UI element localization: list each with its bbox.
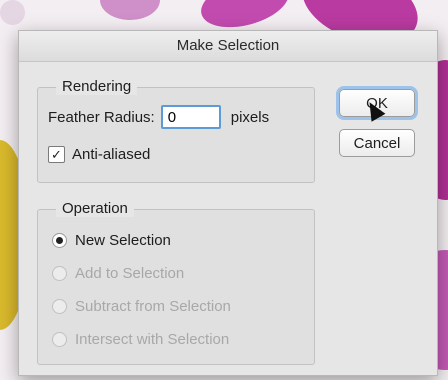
operation-legend: Operation [56,200,134,217]
artwork-shape [100,0,160,20]
rendering-legend: Rendering [56,78,138,95]
radio-button[interactable] [52,266,67,281]
radio-label: New Selection [75,232,171,249]
radio-new-selection[interactable]: New Selection [52,232,171,249]
feather-unit-label: pixels [230,108,270,126]
radio-label: Intersect with Selection [75,331,230,348]
radio-button[interactable] [52,299,67,314]
radio-button[interactable] [52,332,67,347]
radio-add-to-selection[interactable]: Add to Selection [52,265,184,282]
anti-aliased-checkbox[interactable]: ✓ [48,146,65,163]
dialog-title: Make Selection [19,31,437,62]
radio-button[interactable] [52,233,67,248]
feather-radius-row: Feather Radius: pixels [48,105,269,129]
radio-subtract-from-selection[interactable]: Subtract from Selection [52,298,231,315]
artwork-shape [0,0,25,25]
radio-label: Subtract from Selection [75,298,231,315]
feather-radius-input[interactable] [160,105,221,129]
radio-label: Add to Selection [75,265,185,282]
radio-intersect-with-selection[interactable]: Intersect with Selection [52,331,229,348]
cancel-button[interactable]: Cancel [339,129,415,157]
make-selection-dialog: Make Selection Rendering Feather Radius:… [18,30,438,376]
anti-aliased-row[interactable]: ✓ Anti-aliased [48,146,150,163]
rendering-group: Rendering Feather Radius: pixels ✓ Anti-… [37,78,315,183]
anti-aliased-label: Anti-aliased [72,146,151,163]
operation-group: Operation New Selection Add to Selection… [37,200,315,365]
feather-radius-label: Feather Radius: [48,108,155,126]
